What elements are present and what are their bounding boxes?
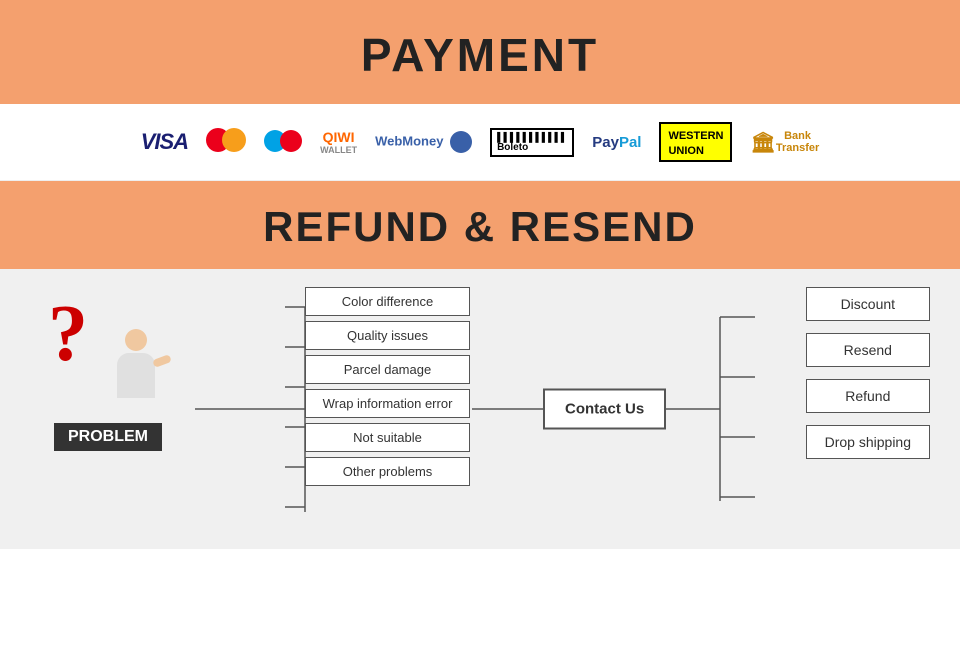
outcomes-column: Discount Resend Refund Drop shipping [806, 287, 930, 459]
problem-figure: ? PROBLEM [38, 294, 178, 451]
problem-color-difference: Color difference [305, 287, 470, 316]
diagram-section: ? PROBLEM Color difference Quality issue… [0, 269, 960, 549]
bank-transfer-logo: 🏛 BankTransfer [750, 130, 819, 155]
problem-label: PROBLEM [54, 423, 162, 451]
boleto-logo: ▌▌▌▌▌▌▌▌▌▌▌ Boleto [490, 128, 574, 157]
webmoney-logo: WebMoney [375, 131, 472, 153]
problem-not-suitable: Not suitable [305, 423, 470, 452]
problem-other: Other problems [305, 457, 470, 486]
problem-parcel-damage: Parcel damage [305, 355, 470, 384]
payment-logos-row: VISA QIWI WALLET WebMoney ▌▌▌▌▌▌▌▌▌▌▌ Bo… [0, 104, 960, 181]
question-mark-icon: ? [48, 294, 88, 374]
outcome-resend: Resend [806, 333, 930, 367]
problem-quality-issues: Quality issues [305, 321, 470, 350]
problem-wrap-error: Wrap information error [305, 389, 470, 418]
person-figure [108, 329, 163, 414]
refund-header: REFUND & RESEND [0, 181, 960, 269]
visa-logo: VISA [141, 129, 188, 155]
refund-title: REFUND & RESEND [0, 203, 960, 251]
contact-us-box[interactable]: Contact Us [543, 389, 666, 430]
outcome-drop-shipping: Drop shipping [806, 425, 930, 459]
payment-header: PAYMENT [0, 0, 960, 104]
paypal-logo: PayPal [592, 134, 641, 151]
problems-column: Color difference Quality issues Parcel d… [305, 287, 470, 486]
maestro-logo [264, 128, 302, 156]
mastercard-logo [206, 128, 246, 156]
western-union-logo: WESTERNUNION [659, 122, 732, 162]
outcome-refund: Refund [806, 379, 930, 413]
payment-title: PAYMENT [0, 28, 960, 82]
outcome-discount: Discount [806, 287, 930, 321]
qiwi-logo: QIWI WALLET [320, 129, 357, 155]
